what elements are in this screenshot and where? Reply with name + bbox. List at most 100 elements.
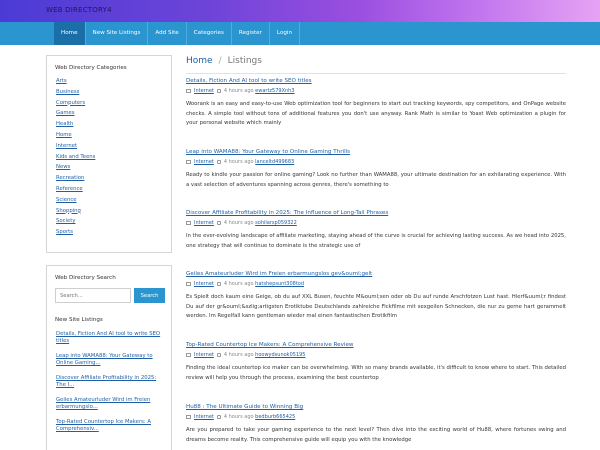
listing-user[interactable]: bedburb665425 bbox=[255, 414, 295, 420]
clock-icon bbox=[216, 88, 221, 93]
clock-icon bbox=[216, 220, 221, 225]
category-link-home[interactable]: Home bbox=[56, 132, 72, 138]
category-link-reference[interactable]: Reference bbox=[56, 186, 83, 192]
listing-description: Are you prepared to take your gaming exp… bbox=[186, 427, 566, 443]
listing-category[interactable]: Internet bbox=[194, 414, 214, 420]
category-link-news[interactable]: News bbox=[56, 164, 70, 170]
list-item: Arts bbox=[56, 78, 171, 89]
listing-category[interactable]: Internet bbox=[194, 220, 214, 226]
listing-title[interactable]: Geiles Amateurluder Wird im Freien erbar… bbox=[186, 271, 372, 277]
listing-title[interactable]: Top-Rated Countertop Ice Makers: A Compr… bbox=[186, 342, 354, 348]
category-list: Arts Business Computers Games Health Hom… bbox=[47, 71, 171, 240]
listing-description: Es Spielt doch kaum eine Geige, ob du au… bbox=[186, 294, 566, 320]
category-link-health[interactable]: Health bbox=[56, 121, 73, 127]
listing-category[interactable]: Internet bbox=[194, 88, 214, 94]
list-item: Kids and Teens bbox=[56, 154, 171, 165]
listing-title[interactable]: Leap into WAMA88: Your Gateway to Online… bbox=[186, 149, 350, 155]
folder-icon bbox=[186, 352, 191, 357]
listing-meta: Internet 4 hours ago sohilarsp059322 bbox=[186, 219, 566, 227]
breadcrumb-separator: / bbox=[218, 56, 222, 66]
listing-item: Leap into WAMA88: Your Gateway to Online… bbox=[186, 148, 566, 190]
category-link-recreation[interactable]: Recreation bbox=[56, 175, 84, 181]
listing-item: Hu88 : The Ultimate Guide to Winning Big… bbox=[186, 403, 566, 445]
category-link-arts[interactable]: Arts bbox=[56, 78, 67, 84]
new-listing-link[interactable]: Leap into WAMA88: Your Gateway to Online… bbox=[56, 353, 153, 366]
category-link-science[interactable]: Science bbox=[56, 197, 77, 203]
list-item: Internet bbox=[56, 143, 171, 154]
listing-description: Woorank is an easy and easy-to-use Web o… bbox=[186, 101, 566, 127]
main-navigation: Home New Site Listings Add Site Categori… bbox=[0, 22, 600, 45]
new-listing-link[interactable]: Details, Fiction And AI tool to write SE… bbox=[56, 331, 160, 344]
list-item: Science bbox=[56, 197, 171, 208]
nav-login[interactable]: Login bbox=[270, 22, 301, 45]
list-item: Computers bbox=[56, 100, 171, 111]
listing-category[interactable]: Internet bbox=[194, 281, 214, 287]
listing-user[interactable]: lanceltd499683 bbox=[255, 159, 294, 165]
listing-title[interactable]: Discover Affiliate Profitability in 2025… bbox=[186, 210, 388, 216]
listing-title[interactable]: Hu88 : The Ultimate Guide to Winning Big bbox=[186, 404, 303, 410]
listing-title[interactable]: Details, Fiction And AI tool to write SE… bbox=[186, 78, 312, 84]
list-item: Discover Affiliate Profitability in 2025… bbox=[56, 375, 163, 389]
folder-icon bbox=[186, 281, 191, 286]
folder-icon bbox=[186, 88, 191, 93]
listing-meta: Internet 4 hours ago bedburb665425 bbox=[186, 413, 566, 421]
category-link-shopping[interactable]: Shopping bbox=[56, 208, 81, 214]
search-input[interactable] bbox=[55, 288, 131, 303]
new-listing-link[interactable]: Geiles Amateurluder Wird im Freien erbar… bbox=[56, 397, 150, 410]
list-item: Games bbox=[56, 110, 171, 121]
listing-meta: Internet 4 hours ago hatshepsunt308tod bbox=[186, 280, 566, 288]
nav-new-site-listings[interactable]: New Site Listings bbox=[86, 22, 149, 45]
listing-item: Top-Rated Countertop Ice Makers: A Compr… bbox=[186, 341, 566, 383]
clock-icon bbox=[216, 414, 221, 419]
nav-add-site[interactable]: Add Site bbox=[148, 22, 187, 45]
list-item: Reference bbox=[56, 186, 171, 197]
breadcrumb-home[interactable]: Home bbox=[186, 56, 213, 66]
listing-meta: Internet 4 hours ago ewartz579Xnh3 bbox=[186, 87, 566, 95]
site-title[interactable]: WEB DIRECTORY4 bbox=[46, 6, 112, 14]
listing-time: 4 hours ago bbox=[223, 281, 254, 287]
listing-category[interactable]: Internet bbox=[194, 159, 214, 165]
clock-icon bbox=[216, 352, 221, 357]
category-link-sports[interactable]: Sports bbox=[56, 229, 73, 235]
category-link-computers[interactable]: Computers bbox=[56, 100, 85, 106]
listing-time: 4 hours ago bbox=[223, 414, 254, 420]
list-item: Recreation bbox=[56, 175, 171, 186]
listing-description: Ready to kindle your passion for online … bbox=[186, 172, 566, 188]
listing-item: Details, Fiction And AI tool to write SE… bbox=[186, 77, 566, 129]
category-link-business[interactable]: Business bbox=[56, 89, 79, 95]
new-listing-link[interactable]: Discover Affiliate Profitability in 2025… bbox=[56, 375, 156, 388]
categories-panel: Web Directory Categories Arts Business C… bbox=[46, 55, 172, 253]
new-listings-title: New Site Listings bbox=[55, 317, 103, 323]
list-item: Society bbox=[56, 218, 171, 229]
listing-meta: Internet 4 hours ago lanceltd499683 bbox=[186, 158, 566, 166]
search-title: Web Directory Search bbox=[55, 275, 116, 281]
nav-register[interactable]: Register bbox=[232, 22, 270, 45]
listing-user[interactable]: hoowydsunok05195 bbox=[255, 352, 305, 358]
category-link-games[interactable]: Games bbox=[56, 110, 75, 116]
category-link-kids-and-teens[interactable]: Kids and Teens bbox=[56, 154, 95, 160]
listing-user[interactable]: sohilarsp059322 bbox=[255, 220, 297, 226]
folder-icon bbox=[186, 159, 191, 164]
category-link-internet[interactable]: Internet bbox=[56, 143, 77, 149]
listing-category[interactable]: Internet bbox=[194, 352, 214, 358]
list-item: Leap into WAMA88: Your Gateway to Online… bbox=[56, 353, 163, 367]
breadcrumb: Home / Listings bbox=[186, 55, 566, 67]
search-button[interactable]: Search bbox=[134, 288, 165, 303]
category-link-society[interactable]: Society bbox=[56, 218, 75, 224]
nav-home[interactable]: Home bbox=[54, 22, 86, 45]
clock-icon bbox=[216, 281, 221, 286]
divider bbox=[186, 73, 566, 74]
listing-user[interactable]: ewartz579Xnh3 bbox=[255, 88, 294, 94]
listing-user[interactable]: hatshepsunt308tod bbox=[255, 281, 304, 287]
new-listings-list: Details, Fiction And AI tool to write SE… bbox=[47, 323, 171, 433]
list-item: Health bbox=[56, 121, 171, 132]
listing-time: 4 hours ago bbox=[223, 352, 254, 358]
search-form: Search bbox=[47, 281, 171, 303]
nav-categories[interactable]: Categories bbox=[187, 22, 232, 45]
clock-icon bbox=[216, 159, 221, 164]
new-listing-link[interactable]: Top-Rated Countertop Ice Makers: A Compr… bbox=[56, 419, 151, 432]
categories-title: Web Directory Categories bbox=[55, 65, 127, 71]
list-item: Sports bbox=[56, 229, 171, 240]
listing-time: 4 hours ago bbox=[223, 88, 254, 94]
list-item: Business bbox=[56, 89, 171, 100]
